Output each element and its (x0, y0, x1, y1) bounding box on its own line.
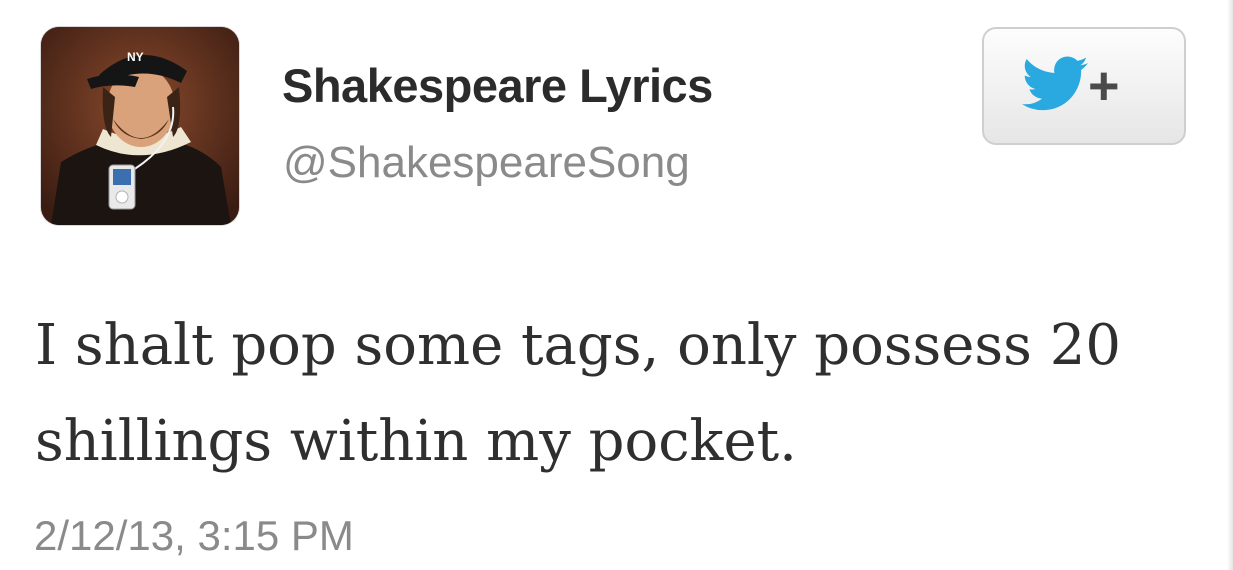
follow-plus-label: + (1088, 56, 1120, 116)
card-edge-divider (1227, 0, 1233, 570)
follow-button[interactable]: + (982, 27, 1186, 145)
svg-text:NY: NY (127, 50, 144, 64)
tweet-text: I shalt pop some tags, only possess 20 s… (35, 313, 1121, 474)
avatar[interactable]: NY (41, 27, 239, 225)
twitter-bird-icon (1022, 55, 1088, 118)
tweet-card: NY Shakespeare Lyrics @ShakespeareSong +… (0, 0, 1233, 570)
display-name[interactable]: Shakespeare Lyrics (282, 58, 713, 113)
tweet-timestamp[interactable]: 2/12/13, 3:15 PM (34, 512, 354, 560)
user-handle[interactable]: @ShakespeareSong (283, 138, 690, 188)
avatar-portrait-image: NY (41, 27, 239, 225)
